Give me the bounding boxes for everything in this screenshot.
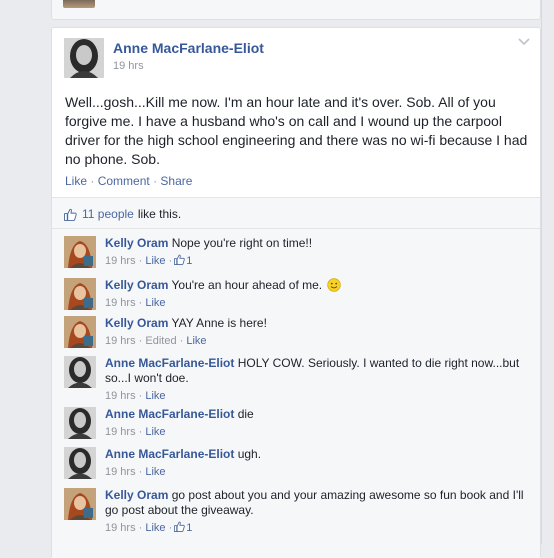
comment-text: Nope you're right on time!! <box>171 236 313 250</box>
post-timestamp[interactable]: 19 hrs <box>113 60 144 72</box>
commenter-name[interactable]: Kelly Oram <box>105 316 168 330</box>
comment-meta: 19 hrs · Like <box>105 389 525 404</box>
comment-like-count-value: 1 <box>186 255 193 267</box>
comment-meta: 19 hrs · Like <box>105 465 525 480</box>
separator: · <box>138 255 143 267</box>
comment-like-link[interactable]: Like <box>145 426 165 438</box>
like-link[interactable]: Like <box>65 174 87 188</box>
comment-text: You're an hour ahead of me. <box>171 278 323 292</box>
comment-text: YAY Anne is here! <box>171 316 267 330</box>
post-author-name[interactable]: Anne MacFarlane-Eliot <box>113 40 264 56</box>
comment-like-link[interactable]: Like <box>186 335 206 347</box>
commenter-avatar[interactable] <box>64 356 96 388</box>
comment-text: go post about you and your amazing aweso… <box>105 488 524 517</box>
share-link[interactable]: Share <box>160 174 192 188</box>
commenter-name[interactable]: Kelly Oram <box>105 236 168 250</box>
page-gutter-line <box>541 0 542 544</box>
separator: · <box>138 466 143 478</box>
likes-suffix: like this. <box>137 207 182 221</box>
commenter-name[interactable]: Anne MacFarlane-Eliot <box>105 356 234 370</box>
comment-time[interactable]: 19 hrs <box>105 522 136 534</box>
post-text: Well...gosh...Kill me now. I'm an hour l… <box>65 94 528 167</box>
comment-body: Kelly Oram You're an hour ahead of me. 1… <box>105 278 525 311</box>
separator: · <box>153 174 158 188</box>
separator: · <box>179 335 184 347</box>
comment-text: ugh. <box>237 447 262 461</box>
separator: · <box>138 390 143 402</box>
separator: · <box>138 426 143 438</box>
separator: · <box>138 297 143 309</box>
thumbs-up-icon <box>64 208 77 221</box>
commenter-avatar[interactable] <box>64 407 96 439</box>
comment-body: Kelly Oram Nope you're right on time!! 19… <box>105 236 525 269</box>
comment-like-count-value: 1 <box>186 522 193 534</box>
comment-like-link[interactable]: Like <box>145 297 165 309</box>
thumbs-up-icon <box>174 254 186 265</box>
previous-post-avatar <box>63 0 95 8</box>
commenter-avatar[interactable] <box>64 488 96 520</box>
comment-like-count[interactable]: 1 <box>172 521 193 534</box>
comment-body: Anne MacFarlane-Eliot die 19 hrs · Like <box>105 407 525 440</box>
post-card: Anne MacFarlane-Eliot 19 hrs Well...gosh… <box>51 27 541 558</box>
comment-body: Anne MacFarlane-Eliot ugh. 19 hrs · Like <box>105 447 525 480</box>
comment-like-link[interactable]: Like <box>145 390 165 402</box>
comment-meta: 19 hrs · Edited · Like <box>105 334 525 349</box>
commenter-avatar[interactable] <box>64 447 96 479</box>
comment-text: die <box>237 407 254 421</box>
commenter-name[interactable]: Kelly Oram <box>105 488 168 502</box>
comment-like-count[interactable]: 1 <box>172 254 193 267</box>
commenter-name[interactable]: Kelly Oram <box>105 278 168 292</box>
commenter-name[interactable]: Anne MacFarlane-Eliot <box>105 407 234 421</box>
comment-meta: 19 hrs · Like <box>105 425 525 440</box>
smiley-emoji-icon <box>327 278 342 292</box>
comment-link[interactable]: Comment <box>98 174 150 188</box>
comment-meta: 19 hrs · Like · 1 <box>105 254 525 269</box>
commenter-name[interactable]: Anne MacFarlane-Eliot <box>105 447 234 461</box>
comment-time[interactable]: 19 hrs <box>105 335 136 347</box>
comment-time[interactable]: 19 hrs <box>105 466 136 478</box>
chevron-down-icon[interactable] <box>518 38 530 46</box>
comment-time[interactable]: 19 hrs <box>105 390 136 402</box>
comment-time[interactable]: 19 hrs <box>105 255 136 267</box>
previous-post-card <box>51 0 541 20</box>
divider <box>52 228 540 229</box>
thumbs-up-icon <box>174 521 186 532</box>
comment-meta: 19 hrs · Like <box>105 296 525 311</box>
comment-body: Kelly Oram go post about you and your am… <box>105 488 525 536</box>
comment-body: Kelly Oram YAY Anne is here! 19 hrs · Edi… <box>105 316 525 349</box>
comment-body: Anne MacFarlane-Eliot HOLY COW. Seriousl… <box>105 356 525 404</box>
commenter-avatar[interactable] <box>64 278 96 310</box>
comment-time[interactable]: 19 hrs <box>105 426 136 438</box>
comment-like-link[interactable]: Like <box>145 522 165 534</box>
comment-edited-label[interactable]: Edited <box>145 335 176 347</box>
comment-like-link[interactable]: Like <box>145 466 165 478</box>
comments-section: 11 people like this. Kelly Oram Nope you… <box>52 197 540 558</box>
likes-count-link[interactable]: 11 people <box>82 207 134 221</box>
comment-time[interactable]: 19 hrs <box>105 297 136 309</box>
likes-summary: 11 people like this. <box>64 207 181 221</box>
separator: · <box>90 174 95 188</box>
comment-meta: 19 hrs · Like · 1 <box>105 521 525 536</box>
author-avatar[interactable] <box>64 38 104 78</box>
separator: · <box>138 522 143 534</box>
separator: · <box>138 335 143 347</box>
comment-like-link[interactable]: Like <box>145 255 165 267</box>
commenter-avatar[interactable] <box>64 316 96 348</box>
commenter-avatar[interactable] <box>64 236 96 268</box>
post-actions: Like · Comment · Share <box>65 174 192 188</box>
